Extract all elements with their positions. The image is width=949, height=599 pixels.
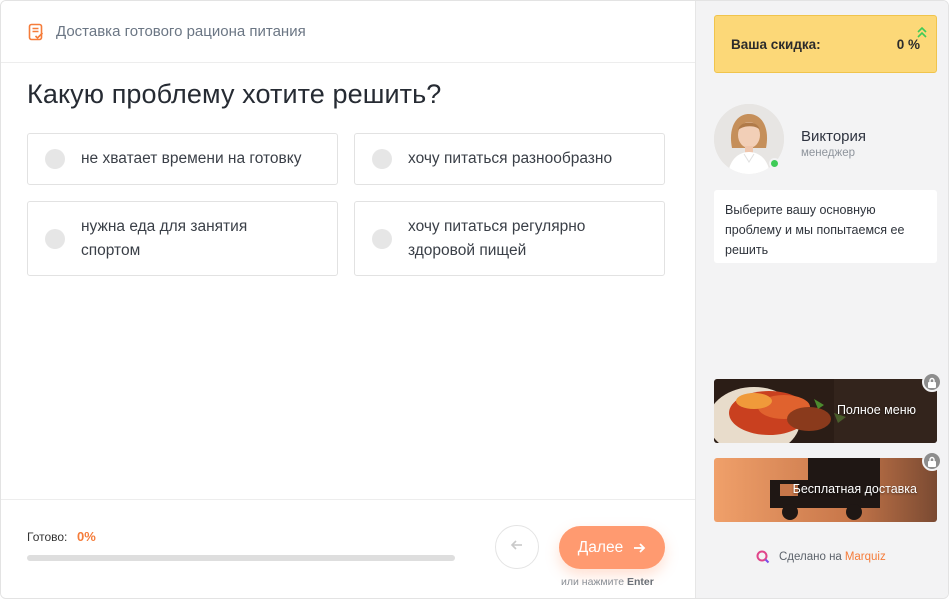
- progress-bar: [27, 555, 455, 561]
- answer-option-1[interactable]: не хватает времени на готовку: [27, 133, 338, 185]
- discount-box: Ваша скидка: 0 %: [714, 15, 937, 73]
- double-chevron-up-icon: [917, 26, 927, 44]
- quiz-title: Доставка готового рациона питания: [56, 23, 306, 40]
- manager-role: менеджер: [801, 147, 855, 159]
- radio-circle[interactable]: [45, 149, 65, 169]
- online-status-indicator: [769, 158, 780, 169]
- bonus-full-menu: Полное меню: [714, 379, 937, 443]
- progress-label: Готово:: [27, 530, 68, 544]
- answer-option-label: хочу питаться разнообразно: [408, 150, 613, 167]
- made-with-marquiz-link[interactable]: Сделано на Marquiz: [756, 550, 886, 564]
- quiz-footer: Готово: 0% Далее или нажмите Enter: [1, 499, 695, 598]
- lock-icon: [922, 372, 942, 392]
- quiz-main-panel: Доставка готового рациона питания Какую …: [1, 1, 695, 598]
- made-with-prefix: Сделано на: [779, 551, 842, 563]
- manager-name: Виктория: [801, 128, 867, 145]
- form-list-icon: [27, 23, 45, 41]
- arrow-right-icon: [632, 541, 646, 555]
- question-heading: Какую проблему хотите решить?: [27, 79, 442, 109]
- progress-percent: 0%: [77, 529, 96, 544]
- answer-option-4[interactable]: хочу питаться регулярно здоровой пищей: [354, 201, 665, 276]
- bonus-full-menu-label: Полное меню: [836, 403, 916, 417]
- marquiz-brand: Marquiz: [844, 551, 886, 563]
- enter-hint-prefix: или нажмите: [561, 576, 625, 588]
- quiz-window: Доставка готового рациона питания Какую …: [0, 0, 949, 599]
- answer-option-label: нужна еда для занятия спортом: [81, 217, 248, 259]
- sidebar: Ваша скидка: 0 % Виктория менеджер Выбер…: [695, 1, 948, 598]
- quiz-header: Доставка готового рациона питания: [1, 1, 695, 63]
- bonus-free-delivery-label: Бесплатная доставка: [792, 482, 917, 496]
- lock-icon: [922, 451, 942, 471]
- enter-hint-key: Enter: [626, 576, 654, 588]
- radio-circle[interactable]: [372, 149, 392, 169]
- answer-option-label: хочу питаться регулярно здоровой пищей: [408, 217, 586, 259]
- back-button[interactable]: [495, 525, 539, 569]
- arrow-left-icon: [510, 538, 524, 557]
- manager-message: Выберите вашу основную проблему и мы поп…: [714, 190, 937, 263]
- discount-label: Ваша скидка:: [731, 37, 821, 52]
- answer-option-label: не хватает времени на готовку: [81, 150, 302, 167]
- enter-hint: или нажмите Enter: [561, 576, 654, 588]
- bonus-free-delivery: Бесплатная доставка: [714, 458, 937, 522]
- marquiz-logo-icon: [756, 550, 770, 564]
- radio-circle[interactable]: [45, 228, 65, 249]
- radio-circle[interactable]: [372, 228, 392, 249]
- answer-option-3[interactable]: нужна еда для занятия спортом: [27, 201, 338, 276]
- next-button[interactable]: Далее: [559, 526, 665, 569]
- next-button-label: Далее: [577, 538, 624, 556]
- answer-option-2[interactable]: хочу питаться разнообразно: [354, 133, 665, 185]
